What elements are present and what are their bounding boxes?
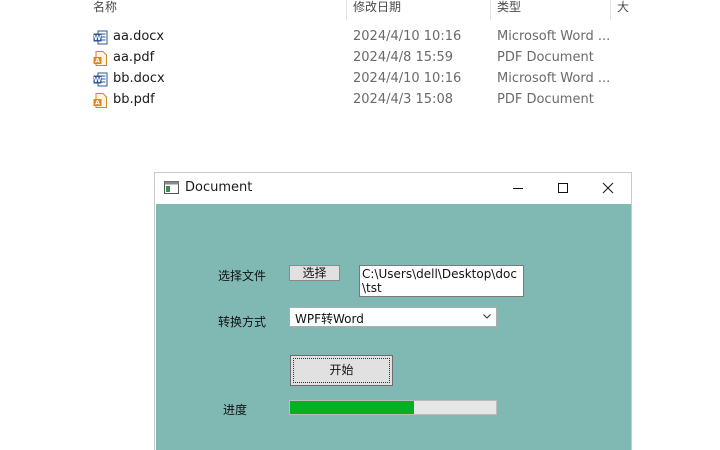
maximize-icon [558, 183, 568, 193]
progress-bar-fill [290, 401, 414, 414]
pdf-doc-icon: A [93, 51, 107, 66]
file-modified: 2024/4/3 15:08 [353, 92, 453, 107]
minimize-icon [513, 188, 523, 189]
file-explorer-list: 名称 修改日期 类型 大 W aa.docx 2024/4/10 10:16 M… [0, 0, 720, 150]
file-row[interactable]: W aa.docx 2024/4/10 10:16 Microsoft Word… [0, 27, 720, 48]
svg-text:W: W [94, 76, 102, 84]
conversion-mode-label: 转换方式 [218, 315, 267, 329]
column-header-type[interactable]: 类型 [497, 0, 521, 15]
screen: 名称 修改日期 类型 大 W aa.docx 2024/4/10 10:16 M… [0, 0, 720, 450]
start-button-label: 开始 [293, 358, 390, 383]
word-doc-icon: W [93, 72, 108, 87]
column-header-modified[interactable]: 修改日期 [353, 0, 401, 15]
file-row[interactable]: A bb.pdf 2024/4/3 15:08 PDF Document [0, 90, 720, 111]
chevron-down-icon [483, 314, 491, 319]
file-type: PDF Document [497, 50, 594, 65]
close-icon [602, 182, 614, 194]
column-divider[interactable] [490, 0, 491, 20]
progress-label: 进度 [223, 403, 248, 417]
start-button[interactable]: 开始 [290, 355, 393, 386]
svg-text:A: A [95, 100, 100, 107]
file-path-field[interactable]: C:\Users\dell\Desktop\doc\tst [359, 265, 524, 297]
file-type: Microsoft Word ... [497, 29, 611, 44]
file-select-label: 选择文件 [218, 269, 267, 283]
conversion-mode-select[interactable]: WPF转Word [289, 307, 497, 327]
file-modified: 2024/4/10 10:16 [353, 71, 462, 86]
conversion-mode-value: WPF转Word [295, 312, 364, 326]
minimize-button[interactable] [495, 173, 541, 203]
file-modified: 2024/4/10 10:16 [353, 29, 462, 44]
file-name: bb.pdf [113, 92, 155, 107]
file-type: Microsoft Word ... [497, 71, 611, 86]
column-header-size[interactable]: 大 [617, 0, 629, 15]
word-doc-icon: W [93, 30, 108, 45]
pdf-doc-icon: A [93, 93, 107, 108]
window-client-area: 选择文件 选择 C:\Users\dell\Desktop\doc\tst 转换… [156, 204, 631, 450]
file-row[interactable]: W bb.docx 2024/4/10 10:16 Microsoft Word… [0, 69, 720, 90]
maximize-button[interactable] [540, 173, 586, 203]
file-name: bb.docx [113, 71, 165, 86]
svg-text:W: W [94, 34, 102, 42]
file-type: PDF Document [497, 92, 594, 107]
file-name: aa.pdf [113, 50, 155, 65]
choose-file-button[interactable]: 选择 [289, 265, 340, 281]
column-divider[interactable] [610, 0, 611, 20]
close-button[interactable] [585, 173, 631, 203]
file-name: aa.docx [113, 29, 165, 44]
column-divider[interactable] [346, 0, 347, 20]
file-row[interactable]: A aa.pdf 2024/4/8 15:59 PDF Document [0, 48, 720, 69]
file-modified: 2024/4/8 15:59 [353, 50, 453, 65]
document-window: Document 选择文件 选择 C:\Users\dell\Desktop\d… [155, 173, 631, 450]
svg-text:A: A [95, 58, 100, 65]
window-title: Document [185, 180, 253, 195]
column-header-name[interactable]: 名称 [93, 0, 117, 15]
title-bar[interactable]: Document [155, 173, 631, 203]
progress-bar [289, 400, 497, 415]
app-window-icon [164, 181, 179, 194]
